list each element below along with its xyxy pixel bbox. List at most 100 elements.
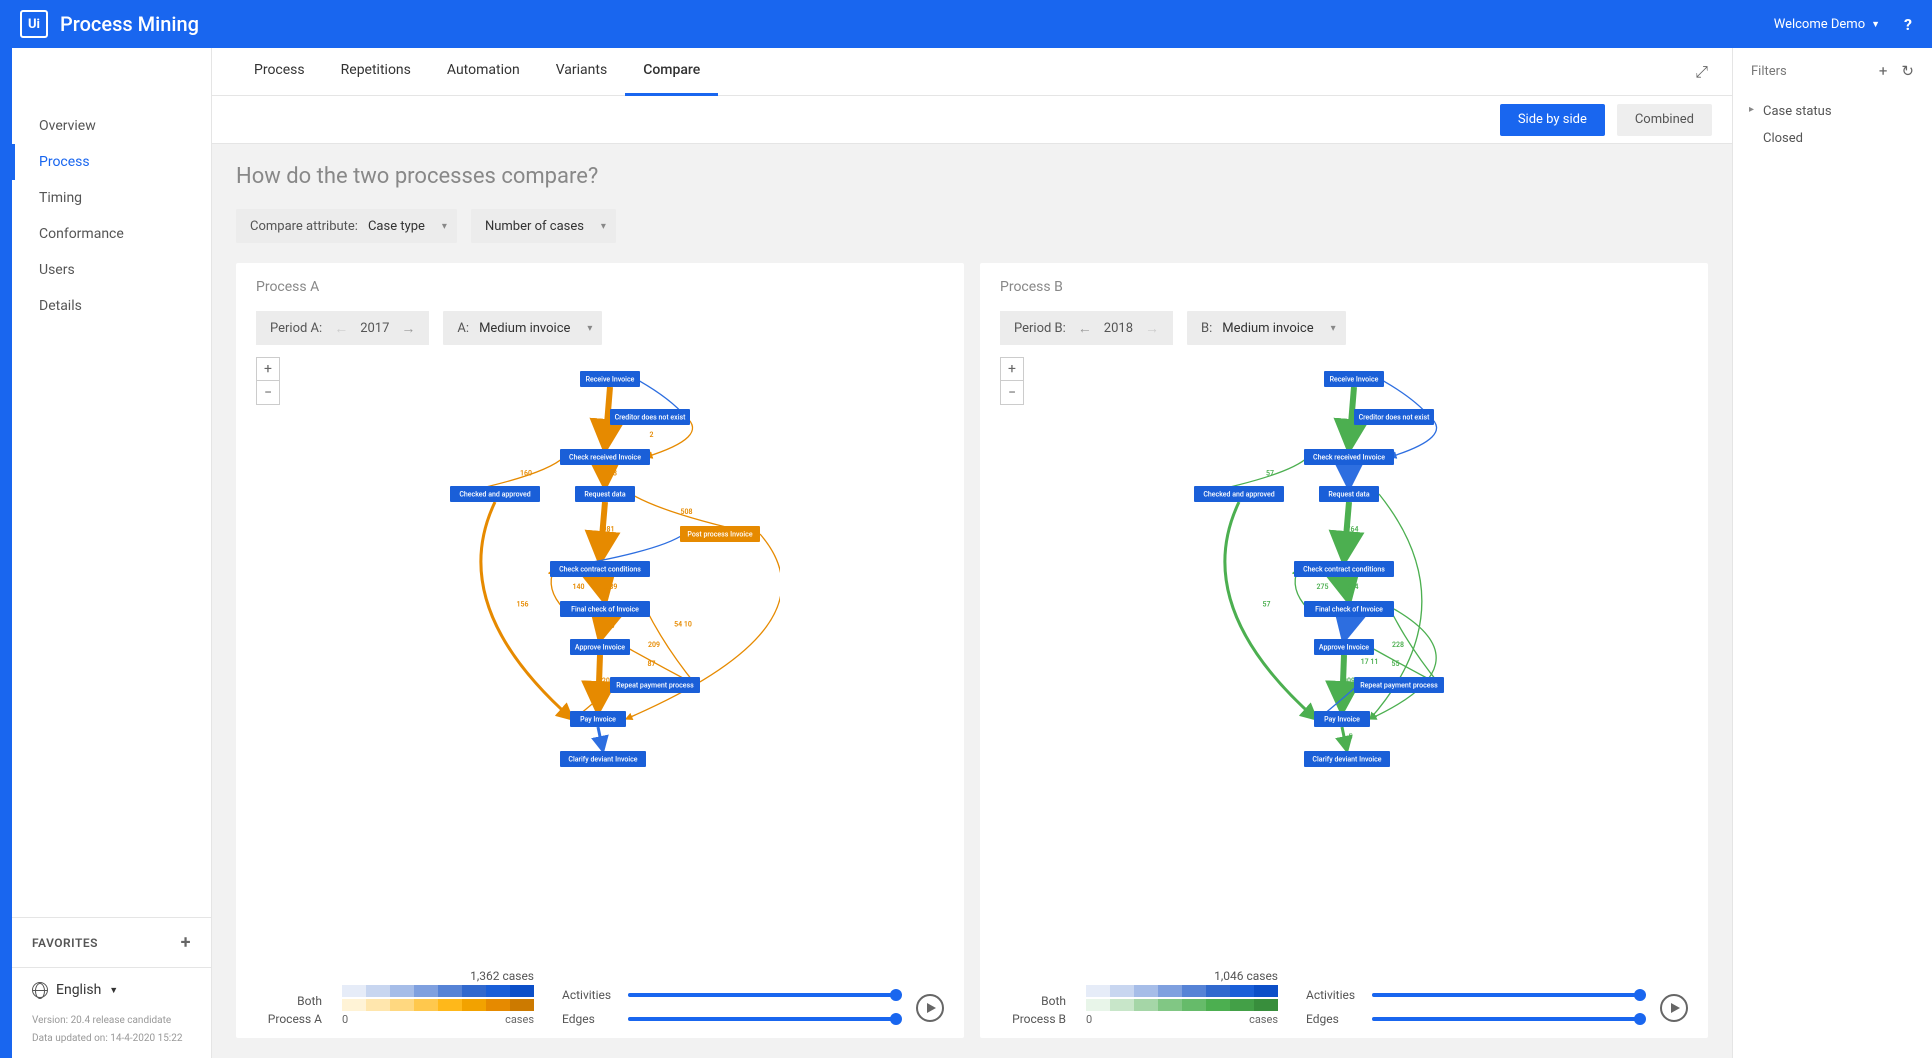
add-filter-icon[interactable]: +: [1879, 62, 1888, 80]
svg-text:Creditor does not exist: Creditor does not exist: [1359, 414, 1430, 422]
svg-text:3: 3: [601, 696, 605, 704]
favorites-header: FAVORITES +: [12, 917, 211, 967]
svg-text:Repeat payment process: Repeat payment process: [616, 682, 694, 690]
sidebar-item-conformance[interactable]: Conformance: [12, 216, 211, 252]
panel-a-title: Process A: [256, 279, 944, 295]
svg-text:Final check of Invoice: Final check of Invoice: [571, 606, 639, 614]
svg-text:Repeat payment process: Repeat payment process: [1360, 682, 1438, 690]
svg-text:909: 909: [1343, 677, 1355, 685]
legend-self-a: Process A: [256, 1012, 322, 1026]
filter-item[interactable]: Closed: [1751, 125, 1914, 152]
combined-button[interactable]: Combined: [1617, 104, 1712, 136]
legend-both-b: Both: [1000, 994, 1066, 1008]
arrow-left-icon[interactable]: ←: [1078, 320, 1092, 337]
filters-title: Filters: [1751, 64, 1787, 79]
activities-label: Activities: [1306, 988, 1362, 1002]
svg-text:Clarify deviant Invoice: Clarify deviant Invoice: [1312, 756, 1381, 764]
period-a-value: 2017: [360, 321, 389, 336]
sidebar-item-overview[interactable]: Overview: [12, 108, 211, 144]
arrow-right-icon[interactable]: →: [401, 320, 415, 337]
zoom-out-button[interactable]: −: [256, 381, 280, 405]
tab-automation[interactable]: Automation: [429, 48, 538, 96]
attr-a-value: Medium invoice: [479, 321, 570, 336]
svg-text:Creditor does not exist: Creditor does not exist: [615, 414, 686, 422]
process-a-graph[interactable]: 1,35629831609815081,5399831402091,203873…: [256, 357, 944, 961]
svg-text:17 11: 17 11: [1361, 658, 1379, 666]
colorbar-a-self: [342, 999, 534, 1011]
process-b-graph[interactable]: 1,041577647642752289095557339517 11Recei…: [1000, 357, 1688, 961]
svg-text:Request data: Request data: [1328, 491, 1369, 499]
svg-text:Check received Invoice: Check received Invoice: [569, 454, 641, 462]
arrow-left-icon: ←: [334, 320, 348, 337]
metric-dropdown[interactable]: Number of cases: [471, 209, 616, 243]
attr-a-dropdown[interactable]: A: Medium invoice: [443, 311, 602, 345]
zoom-out-button[interactable]: −: [1000, 381, 1024, 405]
edges-label: Edges: [1306, 1012, 1362, 1026]
side-by-side-button[interactable]: Side by side: [1500, 104, 1605, 136]
svg-text:1,539: 1,539: [600, 583, 618, 591]
cases-a: 1,362 cases: [470, 969, 534, 983]
compare-attribute-dropdown[interactable]: Compare attribute: Case type: [236, 209, 457, 243]
period-a-selector[interactable]: Period A: ← 2017 →: [256, 311, 429, 345]
cases-b: 1,046 cases: [1214, 969, 1278, 983]
svg-text:Post process Invoice: Post process Invoice: [687, 531, 752, 539]
user-menu[interactable]: Welcome Demo ▼: [1774, 17, 1880, 32]
left-rail: [0, 48, 12, 1058]
period-b-selector[interactable]: Period B: ← 2018 →: [1000, 311, 1173, 345]
filter-item[interactable]: Case status: [1751, 98, 1914, 125]
legend-self-b: Process B: [1000, 1012, 1066, 1026]
language-label: English: [56, 982, 101, 998]
activities-slider-b[interactable]: [1372, 993, 1640, 997]
sidebar-item-process[interactable]: Process: [12, 144, 211, 180]
sidebar-item-details[interactable]: Details: [12, 288, 211, 324]
activities-slider-a[interactable]: [628, 993, 896, 997]
scale-min: 0: [1086, 1013, 1092, 1026]
process-b-panel: Process B Period B: ← 2018 → B: Medium i…: [980, 263, 1708, 1038]
tab-compare[interactable]: Compare: [625, 48, 718, 96]
panel-b-title: Process B: [1000, 279, 1688, 295]
attr-b-label: B:: [1201, 321, 1212, 336]
svg-text:57: 57: [1266, 470, 1274, 478]
colorbar-b-both: [1086, 985, 1278, 997]
edges-label: Edges: [562, 1012, 618, 1026]
sidebar-item-users[interactable]: Users: [12, 252, 211, 288]
svg-text:209: 209: [648, 641, 660, 649]
legend-both-a: Both: [256, 994, 322, 1008]
svg-text:5: 5: [1349, 733, 1353, 741]
svg-text:Checked and approved: Checked and approved: [1203, 491, 1274, 499]
welcome-label: Welcome Demo: [1774, 17, 1865, 32]
svg-text:764: 764: [1347, 583, 1359, 591]
add-favorite-icon[interactable]: +: [181, 932, 191, 953]
zoom-in-button[interactable]: +: [256, 357, 280, 381]
edges-slider-a[interactable]: [628, 1017, 896, 1021]
svg-text:140: 140: [573, 583, 585, 591]
attr-b-dropdown[interactable]: B: Medium invoice: [1187, 311, 1346, 345]
edges-slider-b[interactable]: [1372, 1017, 1640, 1021]
svg-text:156: 156: [517, 601, 529, 609]
expand-icon[interactable]: ⤢: [1695, 62, 1708, 82]
zoom-in-button[interactable]: +: [1000, 357, 1024, 381]
help-icon[interactable]: ?: [1904, 15, 1912, 34]
svg-text:Receive Invoice: Receive Invoice: [1330, 376, 1379, 384]
version-label: Version: 20.4 release candidate: [32, 1012, 191, 1030]
svg-text:Clarify deviant Invoice: Clarify deviant Invoice: [568, 756, 637, 764]
svg-text:Pay Invoice: Pay Invoice: [580, 716, 616, 724]
metric-value: Number of cases: [485, 219, 584, 234]
refresh-icon[interactable]: ↻: [1901, 62, 1914, 80]
tab-repetitions[interactable]: Repetitions: [323, 48, 429, 96]
svg-text:983: 983: [605, 470, 617, 478]
sidebar-item-timing[interactable]: Timing: [12, 180, 211, 216]
globe-icon: [32, 982, 48, 998]
svg-text:Approve Invoice: Approve Invoice: [1319, 644, 1369, 652]
arrow-right-icon: →: [1145, 320, 1159, 337]
activities-label: Activities: [562, 988, 618, 1002]
language-selector[interactable]: English ▼: [12, 967, 211, 1012]
period-b-value: 2018: [1104, 321, 1133, 336]
scale-min: 0: [342, 1013, 348, 1026]
tab-variants[interactable]: Variants: [538, 48, 626, 96]
play-button-b[interactable]: [1660, 994, 1688, 1022]
tab-process[interactable]: Process: [236, 48, 323, 96]
svg-text:160: 160: [520, 470, 532, 478]
play-button-a[interactable]: [916, 994, 944, 1022]
svg-text:275: 275: [1317, 583, 1329, 591]
